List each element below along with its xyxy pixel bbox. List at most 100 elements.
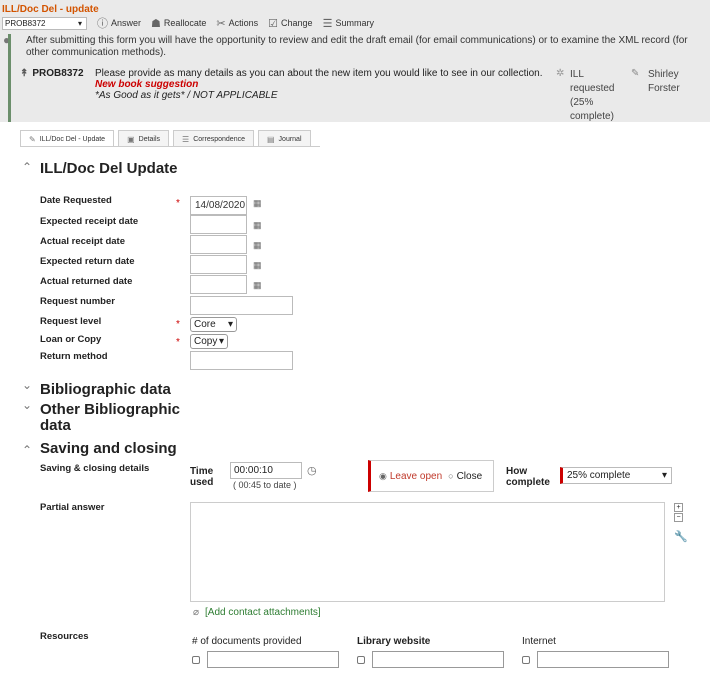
textarea-resize-controls: + −	[674, 503, 683, 523]
partial-answer-label: Partial answer	[40, 502, 105, 513]
assigned-person: Shirley Forster	[648, 69, 680, 94]
date-requested-label: Date Requested	[40, 195, 112, 206]
docs-checkbox[interactable]	[192, 655, 200, 664]
section-bibliographic[interactable]: Bibliographic data	[40, 382, 171, 398]
request-number-label: Request number	[40, 296, 115, 307]
expand-down-icon[interactable]: ⌄	[22, 378, 32, 392]
section-saving: Saving and closing	[40, 440, 177, 457]
tab-bar: ✎ ILL/Doc Del - Update ▣ Details ☰ Corre…	[20, 130, 315, 147]
close-radio[interactable]: ○ Close	[448, 471, 482, 482]
tools-icon: ✂	[216, 17, 226, 30]
saving-details-label: Saving & closing details	[40, 463, 150, 474]
library-checkbox[interactable]	[357, 655, 365, 664]
problem-accent-bar	[8, 34, 11, 122]
partial-answer-textarea[interactable]	[190, 502, 665, 602]
section-other-bibliographic[interactable]: Other Bibliographic data	[40, 402, 190, 434]
time-used-field[interactable]: 00:00:10	[230, 462, 302, 479]
shrink-button[interactable]: −	[674, 513, 683, 522]
info-text: After submitting this form you will have…	[26, 35, 688, 58]
expected-receipt-label: Expected receipt date	[40, 216, 139, 227]
leave-open-radio[interactable]: ◉ Leave open	[379, 471, 442, 482]
problem-description: Please provide as many details as you ca…	[95, 68, 545, 101]
tab-update[interactable]: ✎ ILL/Doc Del - Update	[20, 130, 115, 147]
section-update-title: ILL/Doc Del Update	[40, 160, 178, 177]
resource-library: Library website	[357, 636, 504, 668]
reallocate-button[interactable]: ☗ Reallocate	[151, 17, 206, 30]
calendar-icon[interactable]: ▦	[253, 240, 262, 251]
clock-icon[interactable]: ◷	[307, 464, 317, 477]
actions-button[interactable]: ✂ Actions	[216, 17, 258, 30]
actual-receipt-label: Actual receipt date	[40, 236, 125, 247]
library-input[interactable]	[372, 651, 504, 668]
tab-details[interactable]: ▣ Details	[118, 130, 170, 147]
request-level-label: Request level	[40, 316, 102, 327]
details-icon: ▣	[127, 134, 135, 144]
how-complete-label: How complete	[506, 466, 550, 488]
problem-quote: *As Good as it gets* / NOT APPLICABLE	[95, 90, 278, 101]
wrench-icon[interactable]: 🔧	[674, 530, 688, 543]
resources-label: Resources	[40, 631, 89, 642]
page-title: ILL/Doc Del - update	[2, 4, 99, 15]
loan-or-copy-label: Loan or Copy	[40, 334, 102, 345]
required-marker: *	[176, 319, 180, 330]
chevron-down-icon: ▾	[661, 470, 667, 481]
list-icon: ☰	[322, 17, 333, 30]
tab-divider	[20, 146, 320, 147]
return-method-field[interactable]	[190, 351, 293, 370]
resource-internet: Internet	[522, 636, 669, 668]
loan-or-copy-select[interactable]: Copy ▾	[190, 334, 228, 349]
request-number-field[interactable]	[190, 296, 293, 315]
calendar-icon[interactable]: ▦	[253, 280, 262, 291]
date-requested-field[interactable]: 14/08/2020	[190, 196, 247, 215]
actual-returned-label: Actual returned date	[40, 276, 133, 287]
docs-input[interactable]	[207, 651, 339, 668]
calendar-icon[interactable]: ▦	[253, 260, 262, 271]
internet-input[interactable]	[537, 651, 669, 668]
chevron-down-icon: ▾	[227, 319, 233, 330]
tab-journal[interactable]: ▤ Journal	[257, 130, 311, 147]
expand-down-icon[interactable]: ⌄	[22, 398, 32, 412]
edit-icon: ✎	[29, 134, 36, 144]
time-used-label: Time used	[190, 466, 214, 488]
expand-button[interactable]: +	[674, 503, 683, 512]
expected-return-field[interactable]	[190, 255, 247, 274]
radio-empty-icon: ○	[448, 471, 454, 481]
status-text: ILL requested (25% complete)	[570, 69, 615, 122]
problem-id: ↟ PROB8372	[20, 68, 84, 79]
change-button[interactable]: ☑ Change	[268, 17, 312, 30]
calendar-icon[interactable]: ▦	[253, 198, 262, 209]
resource-docs: # of documents provided	[192, 636, 339, 668]
collapse-up-icon[interactable]: ⌃	[22, 160, 32, 174]
summary-button[interactable]: ☰ Summary	[323, 17, 374, 30]
list-icon: ☰	[182, 134, 190, 144]
how-complete-select[interactable]: 25% complete ▾	[560, 467, 672, 484]
chevron-down-icon: ▾	[218, 336, 224, 347]
info-circle-icon: ⓘ	[97, 18, 108, 30]
answer-button[interactable]: ⓘ Answer	[97, 15, 141, 31]
expected-receipt-field[interactable]	[190, 215, 247, 234]
add-attachments-link[interactable]: ⌀ [Add contact attachments]	[193, 607, 321, 618]
radio-selected-icon: ◉	[379, 470, 387, 481]
required-marker: *	[176, 198, 180, 209]
calendar-icon[interactable]: ▦	[253, 220, 262, 231]
problem-select[interactable]: PROB8372 ▾	[2, 16, 87, 30]
info-bar: ● After submitting this form you will ha…	[0, 33, 710, 61]
expected-return-label: Expected return date	[40, 256, 135, 267]
collapse-up-icon[interactable]: ⌃	[22, 443, 32, 457]
chevron-down-icon: ▾	[77, 18, 82, 28]
journal-icon: ▤	[266, 134, 275, 144]
pin-icon: ↟	[20, 68, 29, 79]
problem-subtitle: New book suggestion	[95, 79, 199, 90]
tab-correspondence[interactable]: ☰ Correspondence	[173, 130, 254, 147]
toolbar: PROB8372 ▾ ⓘ Answer ☗ Reallocate ✂ Actio…	[2, 16, 374, 30]
internet-checkbox[interactable]	[522, 655, 530, 664]
people-icon: ☗	[151, 17, 161, 30]
person-icon: ✎	[631, 68, 640, 79]
gear-icon: ✲	[556, 68, 565, 79]
request-level-select[interactable]: Core ▾	[190, 317, 237, 332]
actual-returned-field[interactable]	[190, 275, 247, 294]
actual-receipt-field[interactable]	[190, 235, 247, 254]
paperclip-icon: ⌀	[193, 607, 200, 618]
open-close-group: ◉ Leave open ○ Close	[368, 460, 494, 492]
time-to-date: ( 00:45 to date )	[233, 480, 297, 490]
